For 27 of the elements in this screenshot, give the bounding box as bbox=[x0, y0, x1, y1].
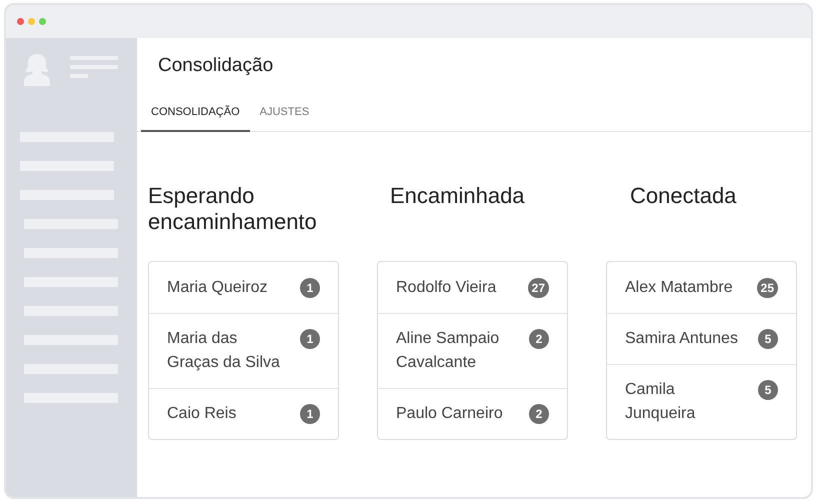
tab[interactable]: CONSOLIDAÇÃO bbox=[141, 94, 250, 132]
count-badge: 1 bbox=[300, 329, 320, 349]
count-badge: 25 bbox=[756, 278, 778, 298]
count-badge: 2 bbox=[529, 329, 549, 349]
count-badge: 2 bbox=[529, 404, 549, 424]
count-badge: 1 bbox=[300, 404, 320, 424]
person-name: Rodolfo Vieira bbox=[396, 278, 496, 298]
count-badge: 1 bbox=[300, 278, 320, 298]
minimize-dot-icon[interactable] bbox=[28, 18, 35, 25]
person-name: Aline Sampaio Cavalcante bbox=[396, 329, 500, 373]
count-badge: 5 bbox=[758, 380, 778, 400]
maximize-dot-icon[interactable] bbox=[39, 18, 46, 25]
close-dot-icon[interactable] bbox=[17, 18, 24, 25]
column-title: Conectada bbox=[629, 183, 738, 210]
person-name: Caio Reis bbox=[167, 404, 236, 424]
count-badge: 27 bbox=[528, 278, 549, 298]
column-title: Encaminhada bbox=[389, 183, 526, 210]
tab[interactable]: AJUSTES bbox=[250, 94, 320, 132]
page-title: Consolidação bbox=[157, 54, 274, 78]
person-name: Alex Matambre bbox=[625, 278, 733, 298]
person-name: Maria das Graças da Silva bbox=[167, 329, 281, 373]
column-title: Esperando encaminhamento bbox=[148, 183, 318, 236]
person-name: Samira Antunes bbox=[625, 329, 738, 349]
person-name: Maria Queiroz bbox=[167, 278, 268, 298]
person-name: Camila Junqueira bbox=[625, 380, 696, 424]
person-name: Paulo Carneiro bbox=[396, 404, 503, 424]
count-badge: 5 bbox=[758, 329, 778, 349]
